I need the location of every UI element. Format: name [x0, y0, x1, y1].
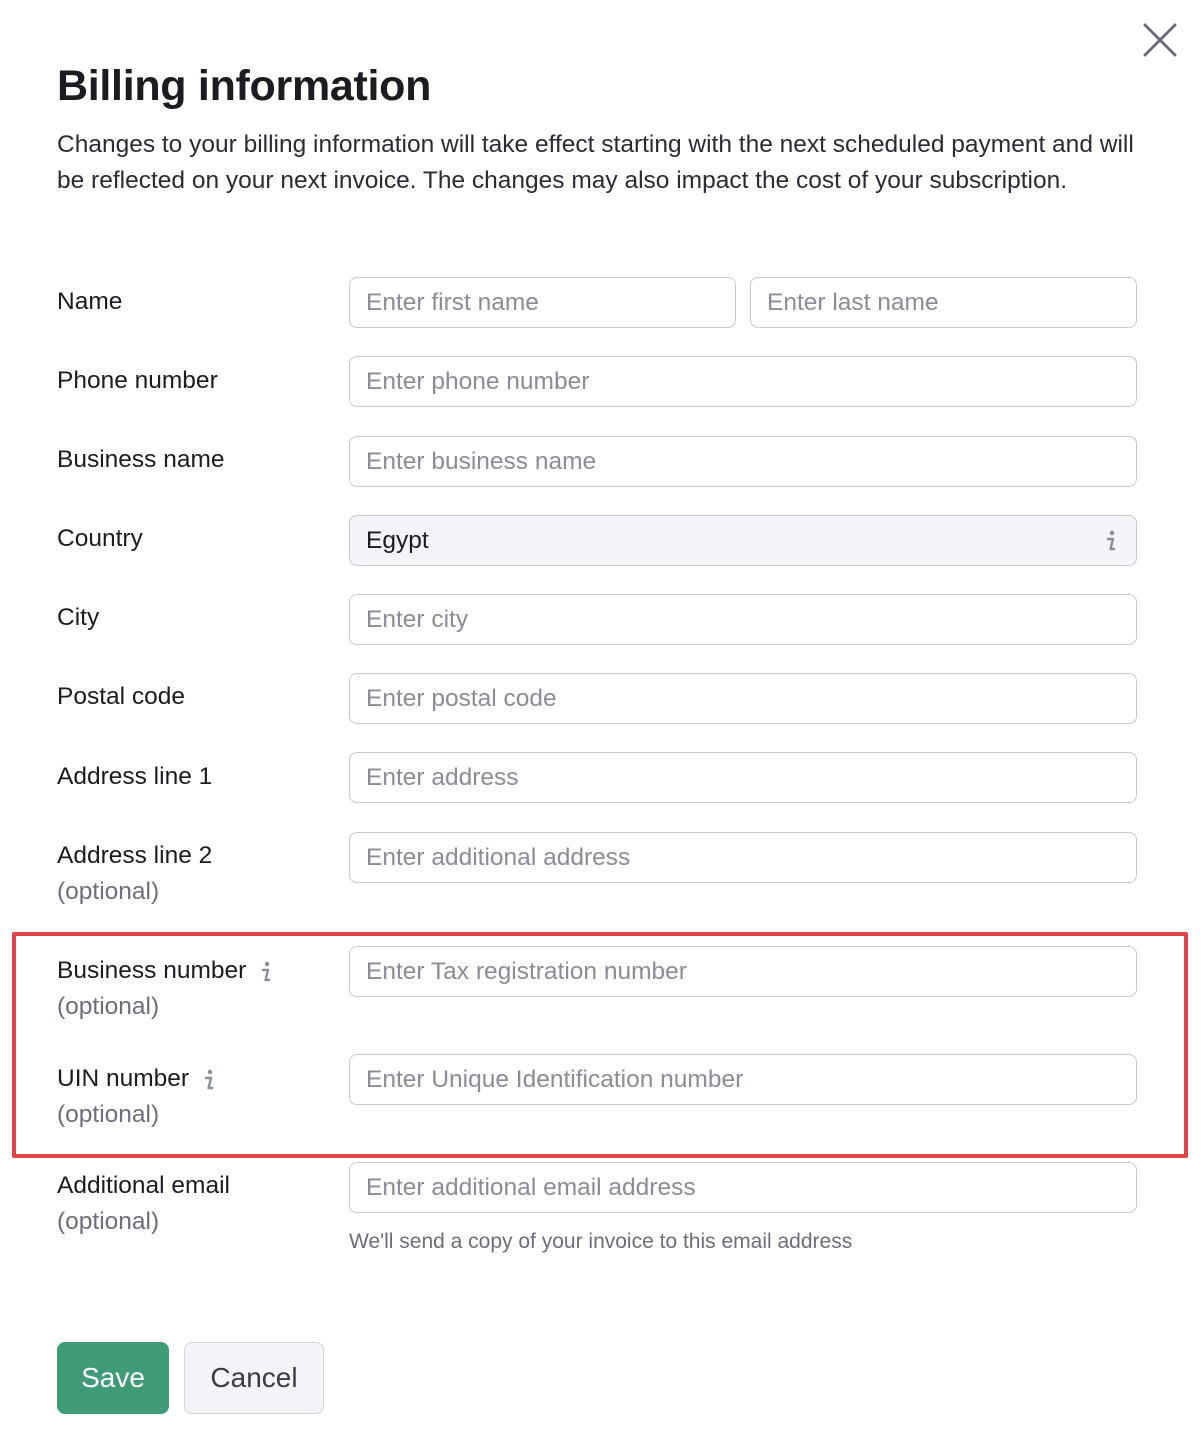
address1-label: Address line 1 [57, 763, 213, 790]
country-label: Country [57, 525, 143, 552]
last-name-input[interactable] [750, 277, 1137, 328]
additional-email-label: Additional email (optional) [57, 1168, 230, 1240]
first-name-input[interactable] [349, 277, 736, 328]
close-icon [1143, 23, 1177, 57]
country-select[interactable]: Egypt [349, 515, 1137, 566]
city-label: City [57, 604, 100, 631]
dialog-title: Billing information [57, 62, 432, 110]
phone-label: Phone number [57, 367, 218, 394]
business-number-label: Business number (optional) [57, 953, 276, 1025]
phone-input[interactable] [349, 356, 1137, 407]
address2-label: Address line 2 (optional) [57, 838, 212, 910]
postal-code-input[interactable] [349, 673, 1137, 724]
optional-text: (optional) [57, 1101, 160, 1128]
info-icon [1106, 530, 1116, 550]
country-value: Egypt [366, 526, 429, 554]
cancel-button[interactable]: Cancel [184, 1342, 324, 1414]
close-button[interactable] [1140, 20, 1180, 60]
info-icon[interactable] [199, 1067, 219, 1093]
business-name-label: Business name [57, 446, 225, 473]
postal-code-label: Postal code [57, 683, 186, 710]
optional-text: (optional) [57, 1208, 160, 1235]
city-input[interactable] [349, 594, 1137, 645]
additional-email-input[interactable] [349, 1162, 1137, 1213]
business-number-input[interactable] [349, 946, 1137, 997]
address1-input[interactable] [349, 752, 1137, 803]
optional-text: (optional) [57, 993, 160, 1020]
optional-text: (optional) [57, 878, 160, 905]
save-button[interactable]: Save [57, 1342, 169, 1414]
business-name-input[interactable] [349, 436, 1137, 487]
additional-email-hint: We'll send a copy of your invoice to thi… [349, 1230, 853, 1253]
info-icon[interactable] [256, 959, 276, 985]
name-label: Name [57, 288, 123, 315]
uin-number-label: UIN number (optional) [57, 1061, 219, 1133]
uin-number-input[interactable] [349, 1054, 1137, 1105]
address2-input[interactable] [349, 832, 1137, 883]
dialog-description: Changes to your billing information will… [57, 131, 1134, 194]
